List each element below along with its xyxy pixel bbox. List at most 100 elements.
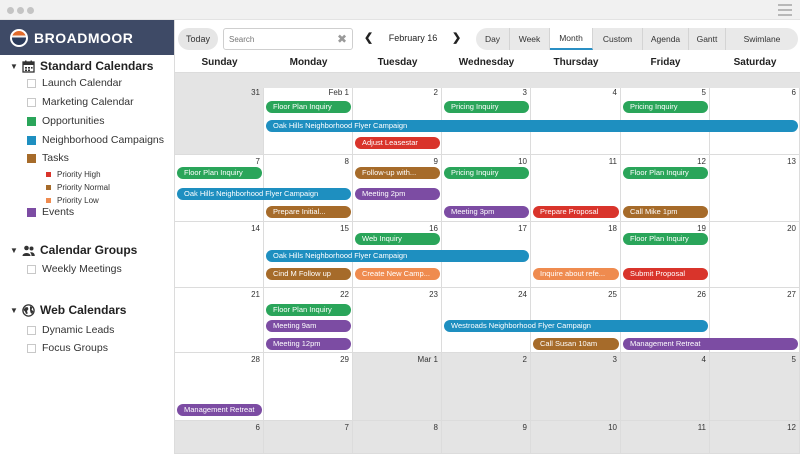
calendar-event[interactable]: Meeting 12pm [266, 338, 351, 350]
day-number[interactable]: 12 [676, 157, 706, 166]
window-maximize-dot[interactable] [27, 7, 34, 14]
day-number[interactable]: 2 [497, 355, 527, 364]
day-number[interactable]: 18 [587, 224, 617, 233]
calendar-checkbox[interactable] [27, 97, 36, 107]
day-number[interactable]: 16 [408, 224, 438, 233]
calendar-event[interactable]: Pricing Inquiry [444, 167, 529, 179]
sidebar-item-marketing-calendar[interactable]: Marketing Calendar [27, 96, 134, 108]
day-number[interactable]: 7 [319, 423, 349, 432]
calendar-event[interactable]: Management Retreat [623, 338, 798, 350]
day-number[interactable]: 4 [587, 88, 617, 97]
calendar-event[interactable]: Adjust Leasestar [355, 137, 440, 149]
day-number[interactable]: 3 [497, 88, 527, 97]
calendar-event[interactable]: Oak Hills Neighborhood Flyer Campaign [266, 120, 798, 132]
day-number[interactable]: 9 [408, 157, 438, 166]
day-number[interactable]: 4 [676, 355, 706, 364]
calendar-event[interactable]: Prepare Proposal [533, 206, 619, 218]
calendar-checkbox[interactable] [27, 343, 36, 353]
view-tab-month[interactable]: Month [550, 28, 593, 50]
day-number[interactable]: 28 [230, 355, 260, 364]
sidebar-subitem-priority-high[interactable]: Priority High [46, 170, 101, 179]
day-number[interactable]: 11 [587, 157, 617, 166]
view-tab-custom[interactable]: Custom [593, 28, 643, 50]
day-number[interactable]: 20 [766, 224, 796, 233]
calendar-event[interactable]: Inquire about refe... [533, 268, 619, 280]
calendar-event[interactable]: Follow-up with... [355, 167, 440, 179]
day-number[interactable]: 13 [766, 157, 796, 166]
hamburger-menu-icon[interactable] [778, 4, 792, 16]
sidebar-item-opportunities[interactable]: Opportunities [27, 115, 104, 127]
calendar-event[interactable]: Meeting 2pm [355, 188, 440, 200]
calendar-checkbox[interactable] [27, 264, 36, 274]
sidebar-item-weekly-meetings[interactable]: Weekly Meetings [27, 263, 122, 275]
calendar-checkbox[interactable] [27, 78, 36, 88]
view-tab-swimlane[interactable]: Swimlane [726, 28, 798, 50]
day-number[interactable]: 3 [587, 355, 617, 364]
day-number[interactable]: 10 [587, 423, 617, 432]
group-standard-calendars[interactable]: ▼ Standard Calendars [10, 59, 153, 73]
sidebar-subitem-priority-normal[interactable]: Priority Normal [46, 183, 110, 192]
sidebar-item-events[interactable]: Events [27, 206, 74, 218]
day-number[interactable]: 6 [230, 423, 260, 432]
day-number[interactable]: 8 [408, 423, 438, 432]
sidebar-item-neighborhood-campaigns[interactable]: Neighborhood Campaigns [27, 134, 164, 146]
next-month-button[interactable]: ❯ [452, 31, 461, 44]
day-number[interactable]: 5 [766, 355, 796, 364]
calendar-color-swatch[interactable] [27, 153, 36, 163]
current-date-label[interactable]: February 16 [380, 33, 446, 43]
calendar-event[interactable]: Call Mike 1pm [623, 206, 708, 218]
day-number[interactable]: 27 [766, 290, 796, 299]
day-number[interactable]: 23 [408, 290, 438, 299]
calendar-event[interactable]: Floor Plan Inquiry [177, 167, 262, 179]
view-tab-week[interactable]: Week [510, 28, 550, 50]
calendar-color-swatch[interactable] [27, 116, 36, 126]
calendar-event[interactable]: Management Retreat [177, 404, 262, 416]
caret-down-icon[interactable]: ▼ [10, 246, 22, 255]
calendar-color-swatch[interactable] [27, 135, 36, 145]
sidebar-item-launch-calendar[interactable]: Launch Calendar [27, 77, 122, 89]
day-number[interactable]: 10 [497, 157, 527, 166]
caret-down-icon[interactable]: ▼ [10, 62, 22, 71]
calendar-event[interactable]: Oak Hills Neighborhood Flyer Campaign [177, 188, 351, 200]
day-number[interactable]: 15 [319, 224, 349, 233]
calendar-event[interactable]: Oak Hills Neighborhood Flyer Campaign [266, 250, 529, 262]
sidebar-item-tasks[interactable]: Tasks [27, 152, 69, 164]
day-number[interactable]: Mar 1 [408, 355, 438, 364]
day-number[interactable]: Feb 1 [319, 88, 349, 97]
calendar-event[interactable]: Cind M Follow up [266, 268, 351, 280]
calendar-event[interactable]: Meeting 3pm [444, 206, 529, 218]
group-web-calendars[interactable]: ▼ Web Calendars [10, 303, 126, 317]
day-number[interactable]: 21 [230, 290, 260, 299]
day-number[interactable]: 2 [408, 88, 438, 97]
calendar-event[interactable]: Floor Plan Inquiry [266, 304, 351, 316]
caret-down-icon[interactable]: ▼ [10, 306, 22, 315]
calendar-event[interactable]: Pricing Inquiry [623, 101, 708, 113]
day-number[interactable]: 14 [230, 224, 260, 233]
day-number[interactable]: 8 [319, 157, 349, 166]
calendar-event[interactable]: Meeting 9am [266, 320, 351, 332]
day-number[interactable]: 24 [497, 290, 527, 299]
calendar-event[interactable]: Floor Plan Inquiry [266, 101, 351, 113]
day-number[interactable]: 12 [766, 423, 796, 432]
calendar-event[interactable]: Pricing Inquiry [444, 101, 529, 113]
day-number[interactable]: 31 [230, 88, 260, 97]
calendar-event[interactable]: Westroads Neighborhood Flyer Campaign [444, 320, 708, 332]
view-tab-gantt[interactable]: Gantt [689, 28, 726, 50]
calendar-event[interactable]: Web Inquiry [355, 233, 440, 245]
group-calendar-groups[interactable]: ▼ Calendar Groups [10, 243, 137, 257]
day-number[interactable]: 5 [676, 88, 706, 97]
clear-search-icon[interactable]: ✖ [337, 32, 347, 46]
day-number[interactable]: 17 [497, 224, 527, 233]
day-number[interactable]: 26 [676, 290, 706, 299]
day-number[interactable]: 7 [230, 157, 260, 166]
sidebar-subitem-priority-low[interactable]: Priority Low [46, 196, 99, 205]
day-number[interactable]: 9 [497, 423, 527, 432]
window-minimize-dot[interactable] [17, 7, 24, 14]
view-tab-day[interactable]: Day [476, 28, 510, 50]
calendar-checkbox[interactable] [27, 325, 36, 335]
calendar-event[interactable]: Floor Plan Inquiry [623, 167, 708, 179]
view-tab-agenda[interactable]: Agenda [643, 28, 689, 50]
calendar-event[interactable]: Prepare Initial... [266, 206, 351, 218]
window-close-dot[interactable] [7, 7, 14, 14]
search-input[interactable] [224, 29, 334, 50]
